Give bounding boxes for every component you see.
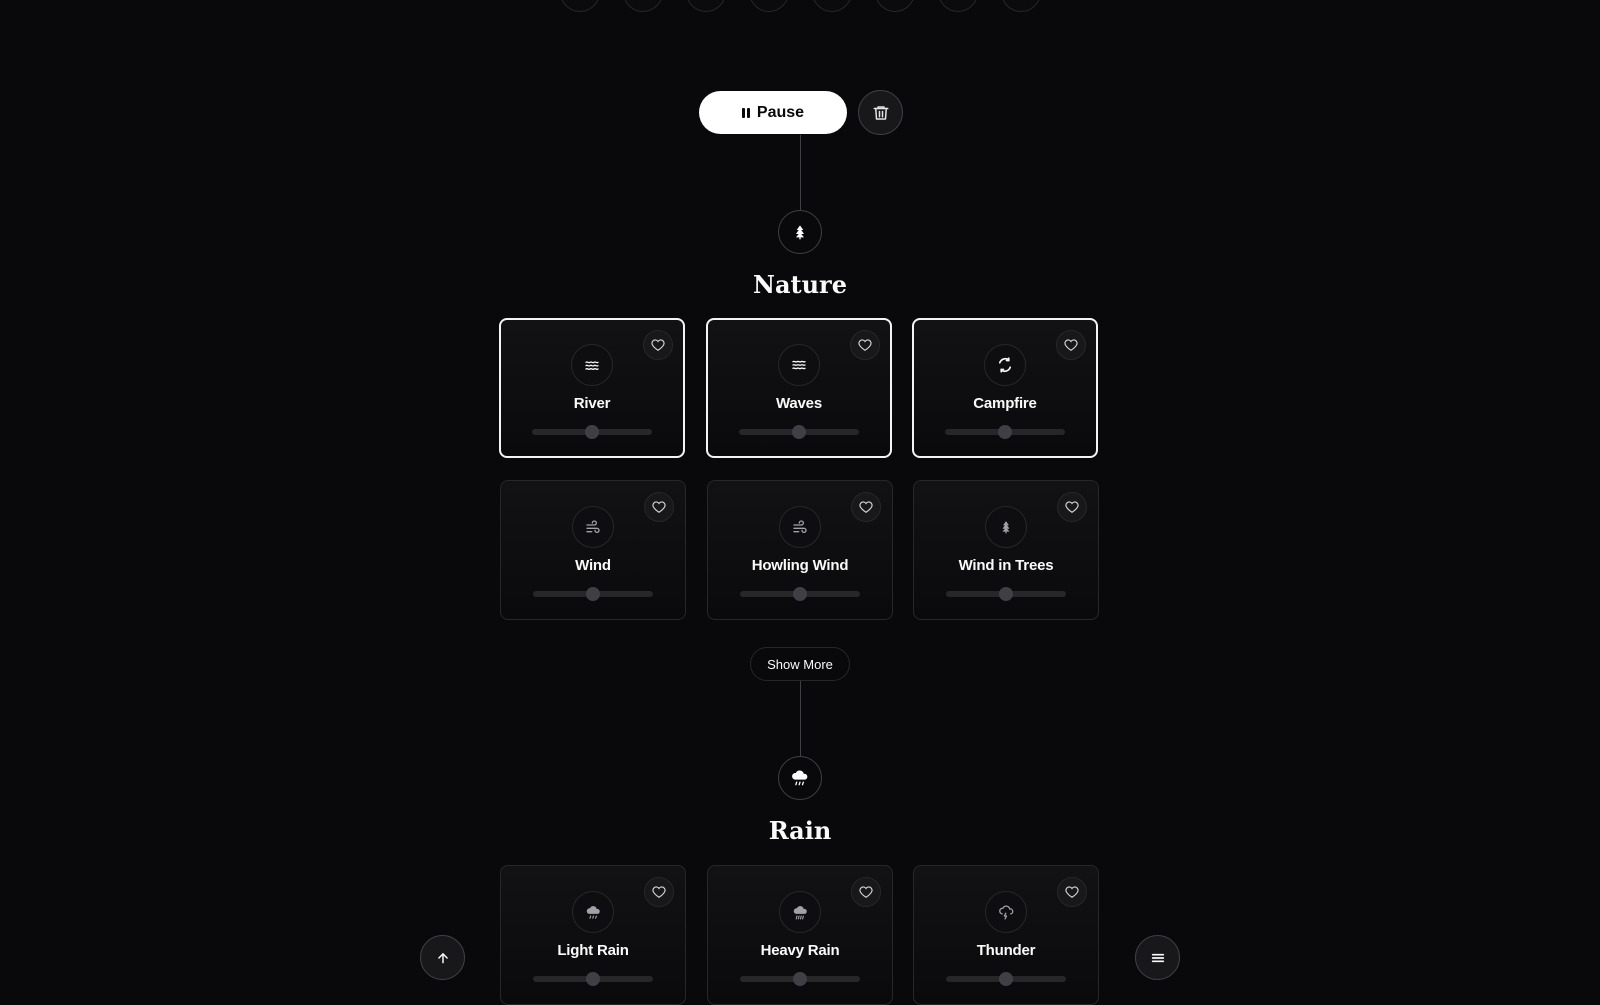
river-icon [585,361,599,371]
sound-card-light-rain[interactable]: Light Rain [500,865,686,1005]
volume-slider[interactable] [946,587,1066,601]
category-title-rain: Rain [768,816,832,845]
volume-thumb[interactable] [586,587,600,601]
category-title-nature: Nature [753,270,847,299]
sound-label: Wind [575,557,611,574]
sound-card-wind[interactable]: Wind [500,480,686,620]
preset-circle[interactable] [623,0,663,12]
preset-circle[interactable] [560,0,600,12]
menu-button[interactable] [1135,935,1180,980]
tree-icon [1002,521,1010,534]
volume-thumb[interactable] [793,972,807,986]
category-icon-nature [778,210,822,254]
sound-icon [985,506,1027,548]
sound-label: Thunder [976,942,1036,959]
pause-label: Pause [756,103,805,121]
sound-icon [779,506,821,548]
volume-slider[interactable] [946,972,1066,986]
volume-thumb[interactable] [793,587,807,601]
sound-icon [779,891,821,933]
preset-circle[interactable] [875,0,915,12]
connector-line [800,135,801,210]
waves-icon [792,360,806,370]
preset-circle[interactable] [749,0,789,12]
heart-icon [1065,501,1079,513]
volume-thumb[interactable] [585,425,599,439]
sound-label: Light Rain [557,942,629,959]
sound-card-waves[interactable]: Waves [706,318,892,458]
sound-label: Wind in Trees [958,557,1054,574]
sound-icon [778,344,820,386]
heart-icon [859,886,873,898]
cloud-rain-icon [792,770,808,786]
favorite-button[interactable] [644,877,674,907]
heart-icon [652,501,666,513]
sound-label: Howling Wind [751,557,849,574]
sound-icon [572,506,614,548]
menu-icon [1151,953,1164,962]
heart-icon [859,501,873,513]
favorite-button[interactable] [1057,877,1087,907]
sound-card-campfire[interactable]: Campfire [912,318,1098,458]
sound-label: Campfire [973,395,1037,412]
heart-icon [651,339,665,351]
volume-slider[interactable] [740,972,860,986]
favorite-button[interactable] [851,492,881,522]
volume-slider[interactable] [532,425,652,439]
tree-icon [796,225,804,240]
heart-icon [652,886,666,898]
favorite-button[interactable] [1056,330,1086,360]
favorite-button[interactable] [644,492,674,522]
arrow-up-icon [437,952,448,963]
connector-line [800,681,801,756]
campfire-icon [998,357,1012,373]
volume-thumb[interactable] [998,425,1012,439]
scroll-to-top-button[interactable] [420,935,465,980]
volume-thumb[interactable] [792,425,806,439]
cloud-lightning-icon [998,904,1013,920]
pause-icon [741,107,750,118]
pause-button[interactable]: Pause [699,91,847,134]
volume-slider[interactable] [533,587,653,601]
sound-card-river[interactable]: River [499,318,685,458]
trash-icon [873,105,888,120]
heart-icon [1065,886,1079,898]
wind-icon [586,520,600,533]
sound-icon [984,344,1026,386]
volume-slider[interactable] [945,425,1065,439]
volume-thumb[interactable] [999,587,1013,601]
preset-circle[interactable] [1001,0,1041,12]
preset-circle[interactable] [938,0,978,12]
favorite-button[interactable] [850,330,880,360]
heart-icon [1064,339,1078,351]
favorite-button[interactable] [643,330,673,360]
sound-card-heavy-rain[interactable]: Heavy Rain [707,865,893,1005]
sound-card-wind-in-trees[interactable]: Wind in Trees [913,480,1099,620]
volume-slider[interactable] [533,972,653,986]
cloud-rain-icon [586,905,600,919]
sound-label: River [573,395,611,412]
sound-icon [985,891,1027,933]
sound-label: Heavy Rain [760,942,840,959]
volume-thumb[interactable] [586,972,600,986]
preset-circle[interactable] [812,0,852,12]
sound-icon [572,891,614,933]
sound-card-thunder[interactable]: Thunder [913,865,1099,1005]
category-icon-rain [778,756,822,800]
favorite-button[interactable] [1057,492,1087,522]
preset-circle[interactable] [686,0,726,12]
sound-icon [571,344,613,386]
volume-slider[interactable] [740,587,860,601]
heart-icon [858,339,872,351]
cloud-rain-icon [793,905,807,919]
sound-card-howling-wind[interactable]: Howling Wind [707,480,893,620]
show-more-button[interactable]: Show More [750,647,850,681]
volume-slider[interactable] [739,425,859,439]
favorite-button[interactable] [851,877,881,907]
clear-button[interactable] [858,90,903,135]
wind-icon [793,520,807,533]
sound-label: Waves [776,395,822,412]
volume-thumb[interactable] [999,972,1013,986]
